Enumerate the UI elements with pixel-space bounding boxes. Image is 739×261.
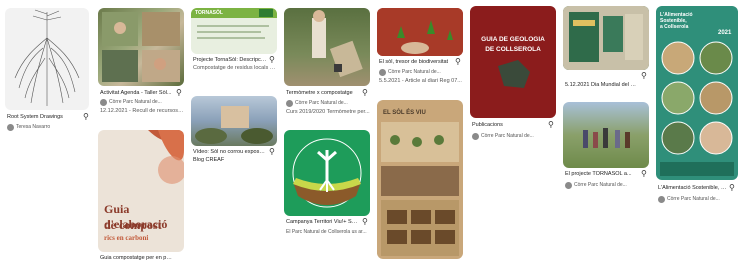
pushpin-icon[interactable]: ⚲ <box>641 170 647 178</box>
avatar <box>379 68 386 76</box>
soil-seedlings-photo <box>377 8 463 56</box>
pin-title[interactable]: 5.12.2021 Dia Mundial del Sòl... <box>565 82 639 88</box>
pin-image-alimentacio[interactable]: L'Alimentació Sostenible, a Collserola 2… <box>656 6 738 180</box>
pin-author[interactable]: Teresa Navarro <box>7 123 50 131</box>
cover-title-line-3: rics en carboni <box>104 234 149 242</box>
pin-title[interactable]: Projecte TornaSòl: Descripció... <box>193 57 267 63</box>
pushpin-icon[interactable]: ⚲ <box>548 121 554 129</box>
pin-image-termometre[interactable] <box>284 8 370 86</box>
author-name: Còrre Parc Natural de... <box>667 196 720 202</box>
author-name: Còrre Parc Natural de... <box>574 182 627 188</box>
pin-image-dia-mundial[interactable] <box>563 6 649 70</box>
pin-title[interactable]: Termòmetre x compostatge <box>286 90 360 96</box>
pushpin-icon[interactable]: ⚲ <box>269 148 275 156</box>
pin-title[interactable]: El projecte TORNASÒL a... <box>565 171 639 177</box>
pin-subtitle: 12.12.2021 - Recull de recursos de... <box>100 108 184 114</box>
pin-author[interactable]: Còrre Parc Natural de... <box>565 181 627 189</box>
pin-image-activitat[interactable] <box>98 8 184 86</box>
poster-year: 2021 <box>718 30 732 36</box>
avatar <box>658 195 665 203</box>
pushpin-icon[interactable]: ⚲ <box>362 218 368 226</box>
author-name: El Parc Natural de Collserola us ar... <box>286 229 367 235</box>
pin-subtitle: Curs 2019/2020 Termòmetre per... <box>286 109 370 115</box>
pin-subtitle: Compostatge de residus locals en... <box>193 65 277 71</box>
book-title-line-1: GUIA DE GEOLOGIA <box>481 36 545 43</box>
pin-title[interactable]: Guia compostatge per en paral... <box>100 255 174 261</box>
pushpin-icon[interactable]: ⚲ <box>362 89 368 97</box>
pin-image-projecte-tornasol[interactable]: TORNASÒL <box>191 8 277 54</box>
pin-image-sol-tresor[interactable] <box>377 8 463 56</box>
pin-image-root-system[interactable] <box>5 8 89 110</box>
cover-title-line-2: de compost <box>104 218 162 232</box>
pin-image-video-sol[interactable] <box>191 96 277 146</box>
poster-header-3: a Collserola <box>660 24 689 30</box>
pushpin-icon[interactable]: ⚲ <box>455 58 461 66</box>
pin-author[interactable]: Còrre Parc Natural de... <box>100 98 162 106</box>
book-title-line-2: DE COLLSEROLA <box>485 46 541 53</box>
pushpin-icon[interactable]: ⚲ <box>641 72 647 80</box>
video-thumbnail <box>195 106 273 144</box>
pin-subtitle: 5.5.2021 - Article al diari Reg 07... <box>379 78 462 84</box>
author-name: Teresa Navarro <box>16 124 51 130</box>
group-photo <box>583 128 630 148</box>
pin-title[interactable]: Vídeo: Sòl no corrou exposat - <box>193 149 267 155</box>
author-name: Còrre Parc Natural de... <box>295 100 348 106</box>
pin-title[interactable]: Campanya Territori Viu!+ Sòl... <box>286 219 360 225</box>
author-name: Còrre Parc Natural de... <box>388 69 441 75</box>
infographic-body <box>381 122 459 256</box>
pushpin-icon[interactable]: ⚲ <box>83 113 89 121</box>
pin-image-campanya[interactable] <box>284 130 370 216</box>
pin-title[interactable]: Activitat Agenda - Taller Sòl... <box>100 90 174 96</box>
doc-lines <box>197 9 273 39</box>
exhibition-photo <box>563 6 649 70</box>
rock-illustration <box>498 60 530 88</box>
pin-image-infografia[interactable]: EL SÒL ÉS VIU <box>377 100 463 259</box>
workshop-photo <box>102 12 180 82</box>
avatar <box>100 98 107 106</box>
pin-title[interactable]: El sòl, tresor de biodiversitat <box>379 59 453 65</box>
avatar <box>565 181 572 189</box>
pin-image-projecte-tornasol-2[interactable] <box>563 102 649 168</box>
pin-author[interactable]: Còrre Parc Natural de... <box>472 132 534 140</box>
pin-title[interactable]: Root System Drawings <box>7 114 81 120</box>
pin-subtitle: Blog CREAF <box>193 157 225 163</box>
pushpin-icon[interactable]: ⚲ <box>729 184 735 192</box>
author-name: Còrre Parc Natural de... <box>481 133 534 139</box>
author-name: Còrre Parc Natural de... <box>109 99 162 105</box>
pin-image-guia-geologia[interactable]: GUIA DE GEOLOGIA DE COLLSEROLA <box>470 6 556 118</box>
avatar <box>472 132 479 140</box>
pin-title[interactable]: Publicacions <box>472 122 546 128</box>
pin-image-guia-compost[interactable]: Guia d'elaboració de compost rics en car… <box>98 130 184 252</box>
pin-author[interactable]: Còrre Parc Natural de... <box>286 99 348 107</box>
pin-author[interactable]: El Parc Natural de Collserola us ar... <box>286 228 367 236</box>
pin-author[interactable]: Còrre Parc Natural de... <box>658 195 720 203</box>
pushpin-icon[interactable]: ⚲ <box>269 56 275 64</box>
campanya-logo <box>292 138 362 208</box>
pushpin-icon[interactable]: ⚲ <box>176 89 182 97</box>
root-drawing-illustration <box>14 9 80 106</box>
infographic-header: EL SÒL ÉS VIU <box>383 110 426 116</box>
pin-title[interactable]: L'Alimentació Sostenible, a... <box>658 185 728 191</box>
avatar <box>7 123 14 131</box>
pin-author[interactable]: Còrre Parc Natural de... <box>379 68 441 76</box>
avatar <box>286 99 293 107</box>
compost-photo <box>312 10 363 78</box>
